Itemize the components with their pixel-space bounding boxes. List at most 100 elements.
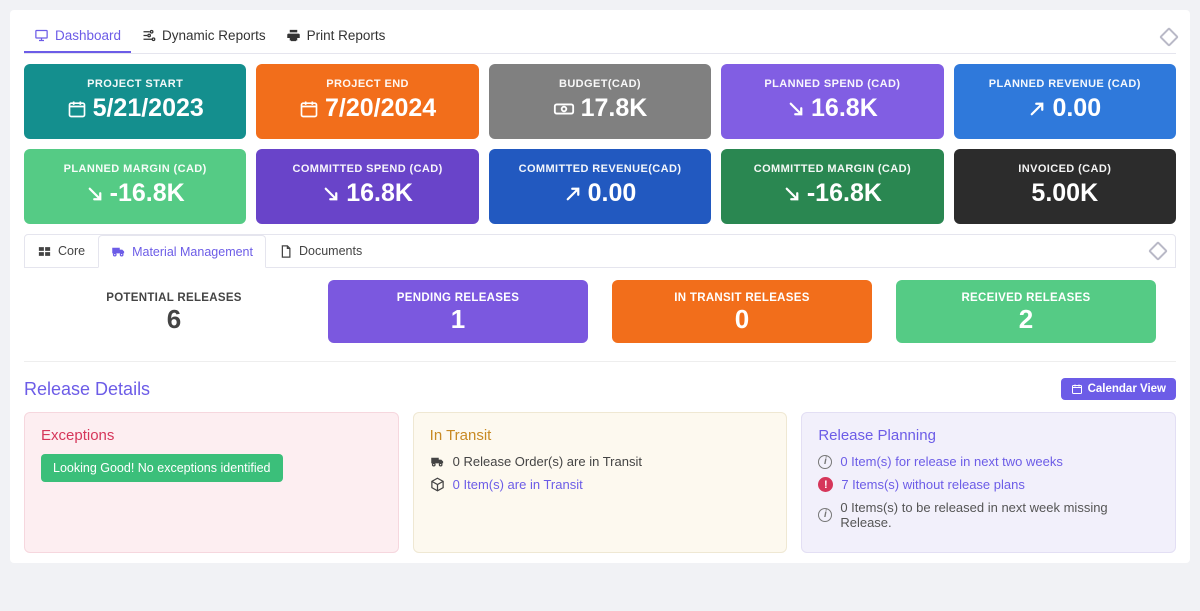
calendar-icon [67, 99, 87, 119]
tab-print-reports[interactable]: Print Reports [276, 20, 396, 53]
tab-core-label: Core [58, 244, 85, 258]
tab-core[interactable]: Core [25, 236, 98, 267]
sliders-icon [141, 28, 156, 43]
release-planning-title: Release Planning [818, 427, 1159, 444]
stat-value: 0.00 [497, 179, 703, 208]
calendar-view-button[interactable]: Calendar View [1061, 378, 1176, 400]
stat-value: 17.8K [497, 94, 703, 123]
release-counter-label: POTENTIAL RELEASES [52, 292, 296, 304]
stat-value: -16.8K [32, 179, 238, 208]
tab-dashboard-label: Dashboard [55, 28, 121, 43]
planning-link-1[interactable]: 0 Item(s) for release in next two weeks [840, 454, 1063, 469]
stat-label: PLANNED SPEND (CAD) [729, 78, 935, 90]
in-transit-text-1: 0 Release Order(s) are in Transit [453, 454, 642, 469]
release-counter[interactable]: IN TRANSIT RELEASES0 [612, 280, 872, 343]
release-detail-panels: Exceptions Looking Good! No exceptions i… [24, 412, 1176, 553]
release-counter-value: 6 [52, 304, 296, 335]
stat-label: INVOICED (CAD) [962, 163, 1168, 175]
stat-value: 5.00K [962, 179, 1168, 208]
stat-card[interactable]: COMMITTED MARGIN (CAD) -16.8K [721, 149, 943, 224]
release-planning-panel: Release Planning 0 Item(s) for release i… [801, 412, 1176, 553]
exceptions-ok-badge: Looking Good! No exceptions identified [41, 454, 283, 482]
planning-line-1: 0 Item(s) for release in next two weeks [818, 454, 1159, 469]
tab-settings-diamond-icon[interactable] [1148, 241, 1168, 261]
calendar-icon [299, 99, 319, 119]
release-counter[interactable]: RECEIVED RELEASES2 [896, 280, 1156, 343]
arrow-down-icon [86, 185, 104, 203]
secondary-tabs: Core Material Management Documents [24, 234, 1176, 268]
release-details-header: Release Details Calendar View [24, 378, 1176, 400]
stat-card[interactable]: PLANNED MARGIN (CAD) -16.8K [24, 149, 246, 224]
stat-card[interactable]: PROJECT END 7/20/2024 [256, 64, 478, 139]
release-counters: POTENTIAL RELEASES6 PENDING RELEASES1 IN T… [24, 280, 1176, 362]
tab-documents-label: Documents [299, 244, 362, 258]
print-icon [286, 28, 301, 43]
in-transit-title: In Transit [430, 427, 771, 444]
tab-mm-label: Material Management [132, 245, 253, 259]
info-icon [818, 508, 832, 522]
planning-text-3: 0 Items(s) to be released in next week m… [840, 500, 1159, 530]
arrow-up-icon [564, 185, 582, 203]
truck-icon [111, 244, 126, 259]
release-counter-value: 1 [336, 304, 580, 335]
in-transit-line-2: 0 Item(s) are in Transit [430, 477, 771, 492]
stat-card[interactable]: PROJECT START 5/21/2023 [24, 64, 246, 139]
stat-label: COMMITTED MARGIN (CAD) [729, 163, 935, 175]
info-icon [818, 455, 832, 469]
release-counter[interactable]: POTENTIAL RELEASES6 [44, 280, 304, 343]
stat-label: COMMITTED SPEND (CAD) [264, 163, 470, 175]
release-details-title: Release Details [24, 379, 150, 400]
planning-line-2: 7 Items(s) without release plans [818, 477, 1159, 492]
stat-card[interactable]: BUDGET(CAD) 17.8K [489, 64, 711, 139]
tab-dynamic-reports[interactable]: Dynamic Reports [131, 20, 276, 53]
release-counter-value: 0 [620, 304, 864, 335]
release-counter-value: 2 [904, 304, 1148, 335]
stat-label: PROJECT END [264, 78, 470, 90]
stat-value: 5/21/2023 [32, 94, 238, 123]
planning-link-2[interactable]: 7 Items(s) without release plans [841, 477, 1025, 492]
exceptions-title: Exceptions [41, 427, 382, 444]
arrow-down-icon [787, 100, 805, 118]
document-icon [278, 244, 293, 259]
stat-cards: PROJECT START 5/21/2023 PROJECT END 7/20/20… [24, 64, 1176, 224]
release-counter-label: RECEIVED RELEASES [904, 292, 1148, 304]
tab-dynamic-reports-label: Dynamic Reports [162, 28, 266, 43]
box-icon [430, 477, 445, 492]
money-icon [553, 98, 575, 120]
stat-card[interactable]: PLANNED SPEND (CAD) 16.8K [721, 64, 943, 139]
in-transit-link-2[interactable]: 0 Item(s) are in Transit [453, 477, 583, 492]
calendar-view-label: Calendar View [1088, 383, 1166, 395]
grid-icon [37, 244, 52, 259]
stat-label: PROJECT START [32, 78, 238, 90]
stat-card[interactable]: INVOICED (CAD) 5.00K [954, 149, 1176, 224]
stat-value: 16.8K [729, 94, 935, 123]
in-transit-line-1: 0 Release Order(s) are in Transit [430, 454, 771, 469]
stat-value: -16.8K [729, 179, 935, 208]
stat-value: 0.00 [962, 94, 1168, 123]
top-tabs: Dashboard Dynamic Reports Print Reports [24, 20, 1176, 54]
stat-card[interactable]: COMMITTED SPEND (CAD) 16.8K [256, 149, 478, 224]
stat-value: 16.8K [264, 179, 470, 208]
tab-print-reports-label: Print Reports [307, 28, 386, 43]
stat-value: 7/20/2024 [264, 94, 470, 123]
stat-card[interactable]: PLANNED REVENUE (CAD)0.00 [954, 64, 1176, 139]
stat-card[interactable]: COMMITTED REVENUE(CAD) 0.00 [489, 149, 711, 224]
tab-material-management[interactable]: Material Management [98, 235, 266, 268]
planning-line-3: 0 Items(s) to be released in next week m… [818, 500, 1159, 530]
release-counter-label: IN TRANSIT RELEASES [620, 292, 864, 304]
stat-label: BUDGET(CAD) [497, 78, 703, 90]
arrow-down-icon [322, 185, 340, 203]
error-icon [818, 477, 833, 492]
stat-label: PLANNED MARGIN (CAD) [32, 163, 238, 175]
release-counter[interactable]: PENDING RELEASES1 [328, 280, 588, 343]
settings-diamond-icon[interactable] [1159, 27, 1179, 47]
stat-label: COMMITTED REVENUE(CAD) [497, 163, 703, 175]
arrow-up-icon [1028, 100, 1046, 118]
monitor-icon [34, 28, 49, 43]
release-counter-label: PENDING RELEASES [336, 292, 580, 304]
exceptions-panel: Exceptions Looking Good! No exceptions i… [24, 412, 399, 553]
truck-icon [430, 454, 445, 469]
tab-documents[interactable]: Documents [266, 236, 375, 267]
arrow-down-icon [783, 185, 801, 203]
tab-dashboard[interactable]: Dashboard [24, 20, 131, 53]
